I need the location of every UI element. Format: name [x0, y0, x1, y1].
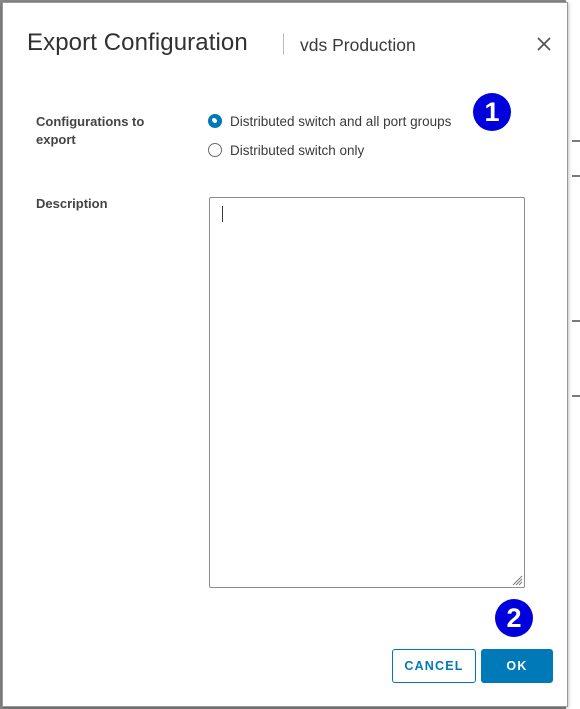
resize-grip-icon[interactable] [511, 573, 523, 586]
cancel-button[interactable]: CANCEL [392, 649, 476, 683]
description-textarea[interactable] [209, 197, 525, 588]
radio-option-label: Distributed switch only [230, 142, 365, 158]
close-icon [537, 37, 551, 51]
background-tick [572, 320, 580, 322]
background-tick [572, 140, 580, 142]
close-button[interactable] [534, 34, 554, 54]
text-caret [222, 206, 223, 222]
title-divider [283, 33, 284, 55]
ok-button[interactable]: OK [481, 649, 553, 683]
radio-button-checked[interactable] [208, 114, 222, 128]
dialog-header: Export Configuration vds Production [3, 3, 567, 85]
callout-marker: 2 [495, 599, 533, 637]
description-label: Description [36, 196, 108, 211]
radio-button-unchecked[interactable] [208, 143, 222, 157]
background-tick [572, 395, 580, 397]
dialog-subtitle: vds Production [300, 35, 416, 55]
radio-option-switch-only[interactable]: Distributed switch only [208, 140, 364, 160]
configurations-to-export-label: Configurations to export [36, 114, 145, 147]
radio-option-all-port-groups[interactable]: Distributed switch and all port groups [208, 111, 451, 131]
dialog-title: Export Configuration [27, 29, 248, 56]
background-app [566, 0, 580, 709]
radio-option-label: Distributed switch and all port groups [230, 113, 452, 129]
background-tick [572, 175, 580, 177]
callout-marker: 1 [473, 93, 511, 131]
export-configuration-dialog: Export Configuration vds Production Conf… [2, 2, 568, 707]
